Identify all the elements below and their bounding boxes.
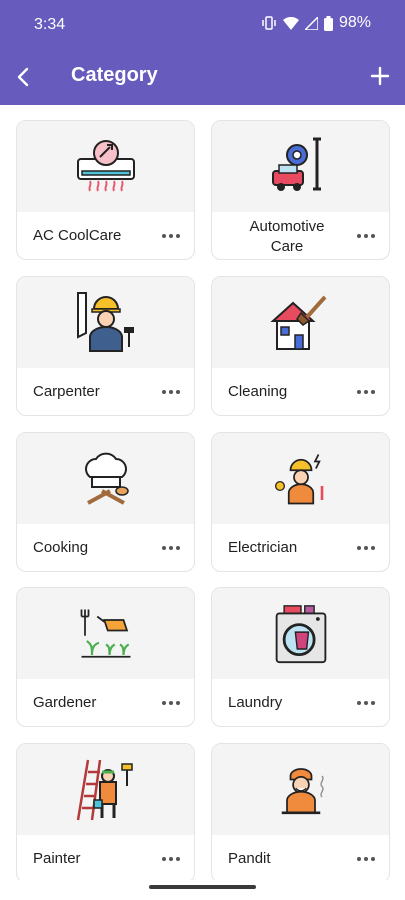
battery-icon — [323, 15, 333, 31]
more-options-button[interactable] — [357, 857, 375, 863]
more-options-button[interactable] — [357, 701, 375, 707]
category-label: Electrician — [228, 539, 298, 556]
more-options-button[interactable] — [357, 390, 375, 396]
status-time: 3:34 — [34, 16, 66, 33]
category-card-laundry[interactable]: Laundry — [211, 587, 390, 727]
category-card-cooking[interactable]: Cooking — [16, 432, 195, 572]
vibrate-icon — [261, 16, 277, 30]
status-bar: 3:34 98% — [0, 0, 405, 50]
status-icons: 98% — [261, 14, 371, 32]
more-options-button[interactable] — [162, 390, 180, 396]
more-options-button[interactable] — [162, 701, 180, 707]
category-label: Pandit — [228, 850, 271, 867]
card-image — [17, 121, 194, 212]
category-grid: AC CoolCare Automotive Care Carpenter Cl… — [16, 120, 390, 880]
carpenter-icon — [76, 291, 134, 352]
category-card-carpenter[interactable]: Carpenter — [16, 276, 195, 416]
gardening-icon — [80, 609, 130, 658]
category-label: Carpenter — [33, 383, 100, 400]
card-image — [17, 433, 194, 524]
category-label: AC CoolCare — [33, 227, 122, 244]
home-indicator[interactable] — [149, 885, 256, 889]
card-image — [17, 588, 194, 679]
category-card-electrician[interactable]: Electrician — [211, 432, 390, 572]
wifi-icon — [282, 16, 299, 30]
category-label: Laundry — [228, 694, 283, 711]
plus-icon — [370, 66, 390, 86]
battery-percent: 98% — [338, 14, 371, 31]
card-image — [212, 433, 389, 524]
automotive-icon — [271, 137, 321, 191]
card-image — [212, 121, 389, 212]
back-button[interactable] — [12, 64, 36, 90]
more-options-button[interactable] — [162, 546, 180, 552]
category-card-painter[interactable]: Painter — [16, 743, 195, 880]
page-title: Category — [71, 64, 158, 86]
category-label: Cooking — [33, 539, 89, 556]
category-label: Cleaning — [228, 383, 288, 400]
app-bar: Category — [0, 50, 405, 105]
add-category-button[interactable] — [369, 63, 391, 89]
category-card-automotive-care[interactable]: Automotive Care — [211, 120, 390, 260]
category-card-pandit[interactable]: Pandit — [211, 743, 390, 880]
more-options-button[interactable] — [162, 234, 180, 240]
more-options-button[interactable] — [162, 857, 180, 863]
card-image — [212, 588, 389, 679]
card-image — [17, 277, 194, 368]
category-card-cleaning[interactable]: Cleaning — [211, 276, 390, 416]
electrician-icon — [274, 453, 323, 504]
washing-machine-icon — [275, 604, 326, 663]
category-card-gardener[interactable]: Gardener — [16, 587, 195, 727]
card-image — [212, 744, 389, 835]
back-arrow-icon — [17, 67, 29, 87]
signal-icon — [304, 16, 318, 30]
card-image — [212, 277, 389, 368]
card-image — [17, 744, 194, 835]
category-label: Gardener — [33, 694, 97, 711]
category-label: Painter — [33, 850, 81, 867]
more-options-button[interactable] — [357, 234, 375, 240]
category-label: Automotive Care — [249, 218, 325, 255]
cleaning-house-icon — [269, 295, 326, 350]
pandit-icon — [281, 767, 324, 814]
chef-hat-icon — [84, 452, 129, 505]
painter-icon — [76, 759, 133, 820]
ac-repair-icon — [76, 139, 135, 191]
category-card-ac-coolcare[interactable]: AC CoolCare — [16, 120, 195, 260]
more-options-button[interactable] — [357, 546, 375, 552]
